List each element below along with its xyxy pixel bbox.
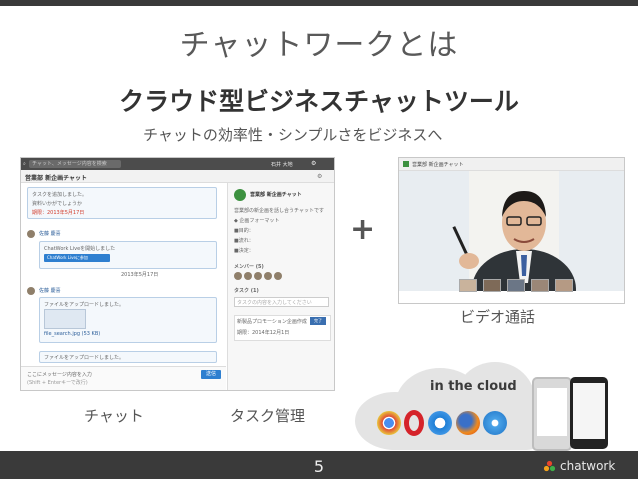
firefox-icon — [456, 411, 480, 435]
room-icon — [234, 189, 246, 201]
side-room-title: 営業部 新企画チャット — [250, 192, 302, 198]
message-header: ファイルをアップロードしました。 — [44, 355, 125, 361]
room-desc-item: ◆ 企画フォーマット — [234, 218, 280, 224]
member-avatar[interactable] — [234, 272, 242, 280]
file-thumbnail[interactable] — [44, 309, 86, 329]
room-description: 営業部の新企画を話し合うチャットです — [234, 208, 324, 214]
avatar — [27, 287, 35, 295]
slide-title: チャットワークとは — [179, 28, 459, 63]
composer-hint: (Shift + Enterキーで改行) — [27, 380, 88, 386]
task-done-button[interactable]: 完了 — [310, 317, 326, 325]
subheadline: チャットの効率性・シンプルさをビジネスへ — [143, 126, 443, 144]
send-button[interactable]: 送信 — [201, 370, 221, 379]
sender-name: 佐藤 慶喜 — [39, 231, 61, 237]
message-header: ChatWork Liveを開始しました — [44, 246, 116, 252]
iphone-device — [532, 377, 572, 451]
member-avatar[interactable] — [274, 272, 282, 280]
chat-caption: チャット — [84, 407, 144, 425]
chatwork-logo-text: chatwork — [560, 459, 616, 473]
gear-icon[interactable]: ⚙ — [311, 160, 316, 167]
opera-icon — [404, 410, 424, 436]
task-due: 期限：2014年12月1日 — [237, 330, 290, 336]
ie-icon — [428, 411, 452, 435]
join-live-button[interactable]: ChatWork Liveに参加 — [44, 254, 110, 262]
message-timeline: タスクを追加しました。 資料いかがでしょうか 期限：2013年5月17日 佐藤 … — [21, 183, 226, 390]
user-name[interactable]: 石井 大地 — [271, 161, 293, 168]
cloud — [355, 362, 555, 450]
avatar — [27, 230, 35, 238]
task-title: 新製品プロモーション企画作成 — [237, 319, 307, 325]
task-due: 期限：2013年5月17日 — [32, 210, 85, 216]
file-message: ファイルをアップロードしました。 file_search.jpg (53 KB) — [39, 297, 217, 343]
members-label[interactable]: メンバー (5) — [234, 263, 264, 270]
message-header: ファイルをアップロードしました。 — [44, 302, 125, 308]
room-desc-item: ■決定： — [234, 248, 254, 254]
participant-thumbnail[interactable] — [459, 279, 477, 292]
cloud-caption: in the cloud — [430, 379, 517, 394]
video-call-screenshot: 営業部 新企画チャット — [398, 157, 625, 304]
chat-screenshot: チャット、メッセージ内容を検索 ⌕ 石井 大地 ⚙ 営業部 新企画チャット ⚙ … — [20, 157, 335, 391]
video-caption: ビデオ通話 — [460, 308, 536, 326]
video-room-name: 営業部 新企画チャット — [412, 162, 464, 168]
message-header: タスクを追加しました。 — [32, 192, 88, 198]
room-desc-item: ■目的： — [234, 228, 254, 234]
participant-thumbnail[interactable] — [507, 279, 525, 292]
task-caption: タスク管理 — [230, 407, 306, 425]
participant-thumbnail[interactable] — [531, 279, 549, 292]
phone-screen — [573, 383, 605, 439]
live-message: ChatWork Liveを開始しました ChatWork Liveに参加 — [39, 241, 217, 269]
message-time: 2013年5月17日 — [121, 272, 159, 278]
member-avatar[interactable] — [244, 272, 252, 280]
file-message: ファイルをアップロードしました。 — [39, 351, 217, 363]
participant-thumbnail[interactable] — [483, 279, 501, 292]
message-body: 資料いかがでしょうか — [32, 201, 83, 207]
phone-screen — [537, 388, 567, 436]
side-panel: 営業部 新企画チャット 営業部の新企画を話し合うチャットです ◆ 企画フォーマッ… — [227, 183, 334, 390]
room-gear-icon[interactable]: ⚙ — [317, 173, 322, 180]
member-avatar[interactable] — [264, 272, 272, 280]
top-bar — [0, 0, 638, 6]
room-desc-item: ■流れ： — [234, 238, 254, 244]
android-device — [570, 377, 608, 449]
presenter-video — [399, 171, 624, 303]
task-message: タスクを追加しました。 資料いかがでしょうか 期限：2013年5月17日 — [27, 187, 217, 219]
room-icon — [403, 161, 409, 167]
chrome-icon — [377, 411, 401, 435]
file-link[interactable]: file_search.jpg (53 KB) — [44, 331, 100, 337]
safari-icon — [483, 411, 507, 435]
search-icon: ⌕ — [23, 161, 26, 167]
video-stage — [399, 171, 624, 303]
chatwork-logo-icon — [543, 460, 556, 472]
search-input[interactable]: チャット、メッセージ内容を検索 — [29, 160, 121, 168]
plus-sign: + — [350, 212, 376, 247]
sender-name: 佐藤 慶喜 — [39, 288, 61, 294]
participant-thumbnail[interactable] — [555, 279, 573, 292]
member-avatar[interactable] — [254, 272, 262, 280]
task-input[interactable]: タスクの内容を入力してください — [234, 297, 329, 307]
headline: クラウド型ビジネスチャットツール — [119, 87, 519, 116]
tasks-label[interactable]: タスク (1) — [234, 287, 259, 294]
message-input[interactable]: ここにメッセージ内容を入力 — [27, 371, 92, 378]
room-name: 営業部 新企画チャット — [25, 175, 88, 182]
